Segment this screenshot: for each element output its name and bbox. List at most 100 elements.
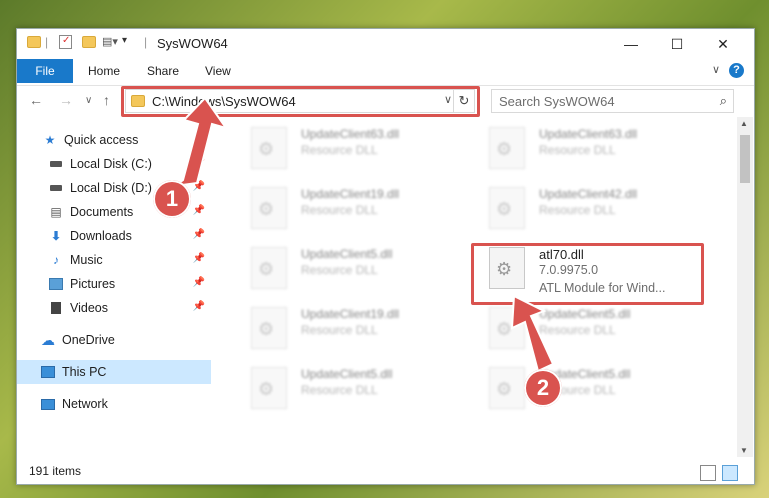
disk-icon <box>49 181 63 195</box>
dll-file-icon: ⚙ <box>489 127 525 169</box>
search-box[interactable]: Search SysWOW64 ⌕ <box>491 89 734 113</box>
computer-icon <box>41 365 55 379</box>
close-button[interactable]: ✕ <box>700 29 746 59</box>
new-folder-icon[interactable] <box>82 36 96 48</box>
sidebar-item-label: OneDrive <box>62 333 115 347</box>
pin-icon[interactable]: 📌 <box>193 205 205 216</box>
file-item[interactable]: ⚙ UpdateClient42.dll Resource DLL <box>477 179 697 235</box>
scrollbar-thumb[interactable] <box>740 135 750 183</box>
sidebar-item-quick-access[interactable]: ★ Quick access <box>17 128 211 152</box>
dll-file-icon: ⚙ <box>489 187 525 229</box>
sidebar-item-label: This PC <box>62 365 107 379</box>
file-item[interactable]: ⚙ UpdateClient19.dll Resource DLL <box>239 179 459 235</box>
separator: | <box>45 35 49 49</box>
sidebar-item-this-pc[interactable]: This PC <box>17 360 211 384</box>
file-item[interactable]: ⚙ UpdateClient5.dll Resource DLL <box>477 299 697 355</box>
file-description: Resource DLL <box>301 323 378 337</box>
up-button[interactable]: ↑ <box>103 92 110 108</box>
videos-icon <box>49 301 63 315</box>
disk-icon <box>49 157 63 171</box>
tab-view[interactable]: View <box>205 64 231 78</box>
search-icon[interactable]: ⌕ <box>720 93 727 109</box>
pin-icon[interactable]: 📌 <box>193 277 205 288</box>
file-description: Resource DLL <box>539 143 616 157</box>
back-button[interactable]: ← <box>29 92 43 108</box>
help-icon[interactable]: ? <box>729 63 744 78</box>
dll-file-icon: ⚙ <box>251 307 287 349</box>
dll-file-icon: ⚙ <box>251 367 287 409</box>
sidebar-item-label: Local Disk (C:) <box>70 157 152 171</box>
file-name: UpdateClient19.dll <box>301 307 400 321</box>
sidebar-item-network[interactable]: Network <box>17 392 211 416</box>
details-view-icon[interactable] <box>700 465 716 481</box>
music-icon: ♪ <box>53 253 59 267</box>
sidebar-item-label: Videos <box>70 301 108 315</box>
vertical-scrollbar[interactable]: ▲ ▼ <box>737 117 753 457</box>
sidebar-item-music[interactable]: ♪ Music 📌 <box>17 248 211 272</box>
file-name: UpdateClient42.dll <box>539 187 638 201</box>
tab-file[interactable]: File <box>17 59 73 83</box>
file-name: UpdateClient5.dll <box>301 367 393 381</box>
address-highlight-box <box>121 86 480 117</box>
file-name: UpdateClient63.dll <box>539 127 638 141</box>
sidebar-item-label: Music <box>70 253 103 267</box>
file-name: UpdateClient5.dll <box>301 247 393 261</box>
sidebar-item-onedrive[interactable]: ☁ OneDrive <box>17 328 211 352</box>
file-description: Resource DLL <box>301 383 378 397</box>
file-item[interactable]: ⚙ UpdateClient5.dll Resource DLL <box>239 359 459 415</box>
properties-icon[interactable]: ✓ <box>59 35 72 49</box>
sidebar-item-downloads[interactable]: ⬇ Downloads 📌 <box>17 224 211 248</box>
collapse-ribbon-icon[interactable]: ∨ <box>712 63 720 76</box>
dll-file-icon: ⚙ <box>251 247 287 289</box>
navigation-pane: ★ Quick access Local Disk (C:) 📌 Local D… <box>17 121 211 451</box>
file-description: Resource DLL <box>301 263 378 277</box>
file-item[interactable]: ⚙ UpdateClient5.dll Resource DLL <box>477 359 697 415</box>
sidebar-item-local-disk-c[interactable]: Local Disk (C:) 📌 <box>17 152 211 176</box>
tab-share[interactable]: Share <box>147 64 179 78</box>
dll-file-icon: ⚙ <box>489 307 525 349</box>
file-description: Resource DLL <box>539 203 616 217</box>
file-name: UpdateClient19.dll <box>301 187 400 201</box>
file-highlight-box <box>471 243 704 305</box>
scroll-up-icon[interactable]: ▲ <box>740 119 748 128</box>
sidebar-item-label: Documents <box>70 205 134 219</box>
toolbar-dropdown-icon[interactable]: ▾ <box>122 35 136 49</box>
documents-icon: ▤ <box>50 205 62 219</box>
pin-icon[interactable]: 📌 <box>193 181 205 192</box>
item-count: 191 items <box>29 464 82 478</box>
customize-toolbar-icon[interactable]: ▤▾ <box>102 35 118 49</box>
folder-icon <box>27 36 41 48</box>
sidebar-item-pictures[interactable]: Pictures 📌 <box>17 272 211 296</box>
file-description: Resource DLL <box>301 203 378 217</box>
large-icons-view-icon[interactable] <box>722 465 738 481</box>
tab-home[interactable]: Home <box>88 64 120 78</box>
file-item[interactable]: ⚙ UpdateClient19.dll Resource DLL <box>239 299 459 355</box>
pin-icon[interactable]: 📌 <box>193 157 205 168</box>
file-item[interactable]: ⚙ UpdateClient63.dll Resource DLL <box>239 119 459 175</box>
file-item[interactable]: ⚙ UpdateClient63.dll Resource DLL <box>477 119 697 175</box>
step-2-badge: 2 <box>524 369 562 407</box>
cloud-icon: ☁ <box>41 331 55 348</box>
window-title: SysWOW64 <box>157 36 228 51</box>
sidebar-item-label: Pictures <box>70 277 116 291</box>
recent-locations-button[interactable]: ∨ <box>85 95 92 106</box>
sidebar-item-label: Network <box>62 397 108 411</box>
status-bar: 191 items <box>17 461 754 483</box>
file-item[interactable]: ⚙ UpdateClient5.dll Resource DLL <box>239 239 459 295</box>
pin-icon[interactable]: 📌 <box>193 301 205 312</box>
download-icon: ⬇ <box>50 229 62 243</box>
star-icon: ★ <box>44 133 56 147</box>
sidebar-item-label: Quick access <box>64 133 139 147</box>
minimize-button[interactable]: — <box>608 29 654 59</box>
sidebar-item-label: Downloads <box>70 229 132 243</box>
search-placeholder: Search SysWOW64 <box>499 94 615 109</box>
title-bar: | ✓ ▤▾ ▾ | SysWOW64 — ☐ ✕ <box>17 29 754 59</box>
quick-access-toolbar: | ✓ ▤▾ ▾ | <box>27 35 147 49</box>
dll-file-icon: ⚙ <box>489 367 525 409</box>
scroll-down-icon[interactable]: ▼ <box>740 446 748 455</box>
pin-icon[interactable]: 📌 <box>193 229 205 240</box>
sidebar-item-videos[interactable]: Videos 📌 <box>17 296 211 320</box>
forward-button[interactable]: → <box>59 92 73 108</box>
maximize-button[interactable]: ☐ <box>654 29 700 59</box>
pin-icon[interactable]: 📌 <box>193 253 205 264</box>
